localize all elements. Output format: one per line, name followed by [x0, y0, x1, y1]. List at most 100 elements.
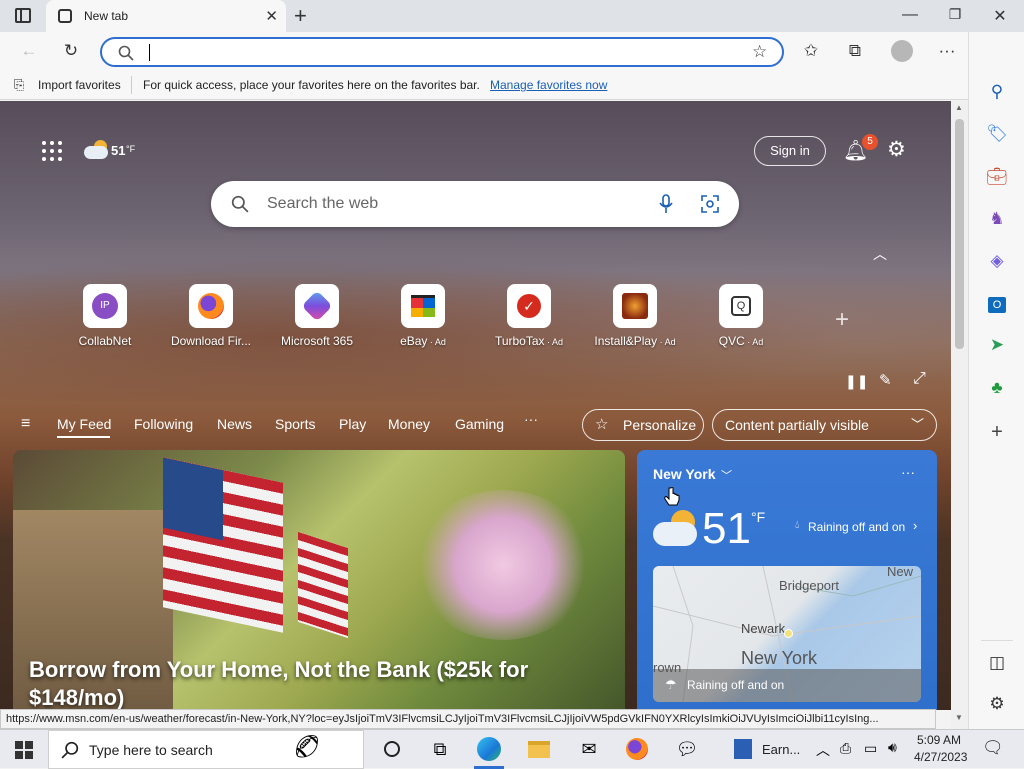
headline-card[interactable]: Borrow from Your Home, Not the Bank ($25… [13, 450, 625, 710]
minimize-button[interactable]: — [900, 6, 920, 24]
tile-ebay[interactable]: eBay · Ad [373, 284, 473, 348]
map-label-bridgeport: Bridgeport [779, 578, 839, 593]
tray-chevron-up-icon[interactable]: ︿ [816, 740, 830, 760]
card-image-flag-canton [163, 457, 223, 541]
firefox-taskbar-icon[interactable] [624, 736, 650, 762]
apps-grid-icon[interactable] [42, 141, 62, 161]
chevron-down-icon[interactable]: ﹀ [721, 467, 732, 483]
nav-more-button[interactable]: ··· [524, 411, 538, 427]
favorites-icon[interactable]: ✩ [800, 41, 822, 61]
card-image-blossom [413, 490, 593, 640]
add-site-button[interactable]: + [835, 306, 849, 334]
mail-icon[interactable]: ✉ [576, 736, 602, 762]
sidebar-tools-briefcase-icon[interactable]: 💼︎ [985, 165, 1009, 189]
clock-time[interactable]: 5:09 AM [917, 733, 961, 747]
tile-download-firefox[interactable]: Download Fir... [161, 284, 261, 348]
link-status-bar: https://www.msn.com/en-us/weather/foreca… [0, 709, 936, 729]
taskbar-app-label[interactable]: Earn... [762, 742, 800, 757]
turbotax-check-icon: ✓ [507, 284, 551, 328]
content-visibility-dropdown[interactable]: Content partially visible ﹀ [712, 409, 937, 441]
hamburger-menu-icon[interactable]: ≡ [21, 415, 30, 433]
add-favorite-icon[interactable]: ☆ [752, 42, 767, 62]
address-bar[interactable]: ☆ [100, 37, 784, 67]
tile-qvc[interactable]: Q QVC · Ad [691, 284, 791, 348]
taskbar-search-box[interactable]: Type here to search 🏈︎ [48, 730, 364, 769]
clock-date[interactable]: 4/27/2023 [914, 750, 967, 764]
collapse-chevron-icon[interactable]: ︿ [873, 244, 887, 264]
nav-sports[interactable]: Sports [275, 416, 315, 432]
close-window-button[interactable]: ✕ [990, 6, 1010, 26]
status-url: https://www.msn.com/en-us/weather/foreca… [6, 713, 879, 725]
nav-my-feed[interactable]: My Feed [57, 416, 111, 432]
new-tab-button[interactable]: + [294, 3, 307, 29]
fullscreen-icon[interactable]: ⤢ [913, 370, 926, 388]
sidebar-shopping-tag-icon[interactable]: 🏷︎ [985, 122, 1009, 146]
tab-actions-icon[interactable] [15, 8, 31, 23]
import-favorites-icon[interactable]: ⎘ [14, 77, 24, 93]
weather-location[interactable]: New York [653, 466, 716, 482]
profile-avatar[interactable] [891, 40, 913, 62]
sidebar-settings-gear-icon[interactable]: ⚙ [985, 692, 1009, 716]
refresh-button[interactable]: ↻ [60, 41, 82, 61]
chevron-right-icon[interactable]: › [913, 518, 917, 533]
tile-collabnet[interactable]: IP CollabNet [55, 284, 155, 348]
sidebar-microsoft-365-icon[interactable]: ◈ [985, 249, 1009, 273]
import-favorites-button[interactable]: Import favorites [38, 78, 121, 92]
scroll-down-arrow-icon[interactable]: ▼ [955, 713, 963, 722]
manage-favorites-link[interactable]: Manage favorites now [490, 78, 607, 92]
scroll-up-arrow-icon[interactable]: ▲ [955, 103, 963, 112]
weather-card[interactable]: New York ﹀ ··· 51 °F 💧︎ Raining off and … [637, 450, 937, 710]
page-scrollbar[interactable]: ▲ ▼ [951, 101, 968, 729]
weather-temp[interactable]: 51 [111, 143, 125, 158]
windows-start-icon[interactable] [15, 741, 33, 759]
nav-gaming[interactable]: Gaming [455, 416, 504, 432]
weather-more-icon[interactable]: ··· [901, 464, 915, 480]
sidebar-search-icon[interactable]: ⚲ [985, 80, 1009, 104]
tile-install-play[interactable]: Install&Play · Ad [585, 284, 685, 348]
sidebar-tree-icon[interactable]: ♣ [985, 376, 1009, 400]
nav-news[interactable]: News [217, 416, 252, 432]
favbar-message: For quick access, place your favorites h… [143, 78, 480, 92]
back-button[interactable]: ← [18, 41, 40, 61]
restore-button[interactable]: ❐ [945, 6, 965, 23]
close-tab-icon[interactable]: ✕ [265, 7, 278, 25]
edit-background-icon[interactable]: ✎ [879, 371, 892, 389]
collections-icon[interactable]: ⧉ [844, 41, 866, 61]
web-search-box[interactable]: Search the web [211, 181, 739, 227]
sidebar-add-icon[interactable]: + [985, 420, 1009, 444]
headline-title[interactable]: Borrow from Your Home, Not the Bank ($25… [29, 656, 609, 710]
sidebar-panel-icon[interactable]: ◫ [985, 651, 1009, 675]
tray-network-icon[interactable]: ⎙ [840, 740, 851, 757]
nav-following[interactable]: Following [134, 416, 193, 432]
task-view-icon[interactable]: ⧉ [427, 736, 453, 762]
weather-condition[interactable]: Raining off and on [808, 520, 905, 534]
settings-menu-icon[interactable]: ··· [936, 41, 958, 61]
cortana-icon[interactable] [379, 736, 405, 762]
weather-map[interactable]: Bridgeport New Newark New York rown ☂ Ra… [653, 566, 921, 702]
notification-center-icon[interactable]: 🗨︎ [982, 738, 1004, 758]
tile-turbotax[interactable]: ✓ TurboTax · Ad [479, 284, 579, 348]
tray-display-icon[interactable]: ▭ [864, 740, 877, 757]
edge-taskbar-icon[interactable] [476, 736, 502, 762]
word-doc-icon[interactable] [730, 736, 756, 762]
weather-card-unit: °F [751, 509, 766, 525]
collabnet-icon: IP [83, 284, 127, 328]
sidebar-games-icon[interactable]: ♞ [985, 207, 1009, 231]
microphone-icon[interactable] [657, 194, 675, 214]
sign-in-button[interactable]: Sign in [754, 136, 826, 166]
chat-icon[interactable]: 💬︎ [674, 736, 700, 762]
nav-money[interactable]: Money [388, 416, 430, 432]
nav-play[interactable]: Play [339, 416, 366, 432]
tab-new-tab[interactable]: New tab ✕ [46, 0, 286, 32]
file-explorer-icon[interactable] [526, 736, 552, 762]
visual-search-icon[interactable] [701, 195, 719, 213]
personalize-button[interactable]: ☆ Personalize [582, 409, 704, 441]
page-settings-gear-icon[interactable]: ⚙ [887, 137, 906, 162]
sidebar-send-icon[interactable]: ➤ [985, 333, 1009, 357]
scrollbar-thumb[interactable] [955, 119, 964, 349]
pause-icon[interactable]: ❚❚ [845, 373, 868, 390]
tile-microsoft-365[interactable]: Microsoft 365 [267, 284, 367, 348]
sidebar-outlook-icon[interactable]: O [985, 291, 1009, 315]
tray-volume-icon[interactable]: 🔊︎ [888, 739, 897, 756]
partly-cloudy-icon[interactable] [84, 140, 110, 160]
